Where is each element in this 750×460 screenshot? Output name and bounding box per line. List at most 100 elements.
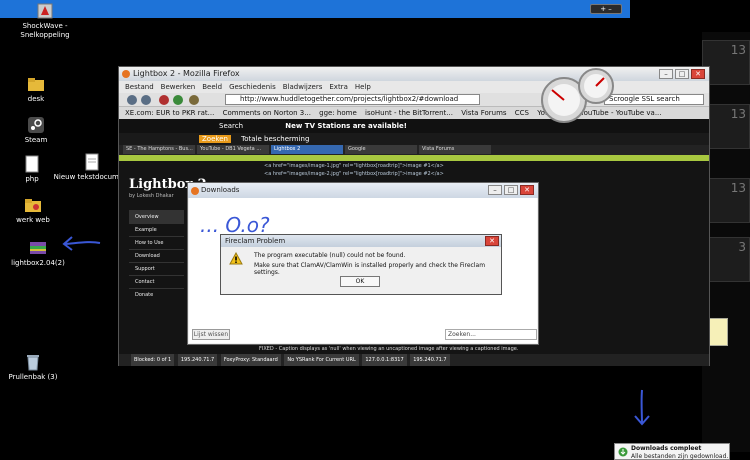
code-sample: <a href="images/image-1.jpg" rel="lightb… [264,162,514,178]
tab[interactable]: YouTube - DB1 Vegeta ... [197,145,269,154]
ok-button[interactable]: OK [340,276,380,287]
folder-icon [24,196,42,214]
status-item[interactable]: Blocked: 0 of 1 [131,354,175,366]
error-dialog: Fireclam Problem ✕ The program executabl… [220,234,502,295]
nav-item[interactable]: Support [129,262,184,275]
bookmarks-bar: XE.com: EUR to PKR rat... Comments on No… [119,107,709,119]
changelog-line: FIXED - Caption displays as 'null' when … [259,346,519,352]
toolbar-news[interactable]: New TV Stations are available! [285,122,407,130]
bookmark[interactable]: XE.com: EUR to PKR rat... [125,109,214,117]
navigation-bar: http://www.huddletogether.com/projects/l… [119,93,709,107]
desktop-icon-label: lightbox2.04(2) [11,259,65,267]
status-bar: Blocked: 0 of 1 195.240.71.7 FoxyProxy: … [119,354,709,366]
document-icon [23,155,41,173]
download-complete-toast[interactable]: Downloads compleet Alle bestanden zijn g… [614,443,730,460]
bookmark[interactable]: Comments on Norton 3... [223,109,311,117]
menu-help[interactable]: Help [355,81,371,93]
warning-icon [229,252,243,265]
downloads-search-placeholder: Zoeken... [448,331,476,338]
url-bar[interactable]: http://www.huddletogether.com/projects/l… [225,94,480,105]
archive-icon [29,239,47,257]
bookmark[interactable]: gge: home [319,109,357,117]
reload-button[interactable] [173,95,183,105]
top-taskbar [0,0,630,18]
menu-bestand[interactable]: Bestand [125,81,154,93]
toast-title: Downloads compleet [631,445,702,452]
page-accent-strip [119,155,709,161]
security-toolbar: Zoeken Totale bescherming [119,133,709,145]
toolbar-zoeken[interactable]: Zoeken [199,135,231,143]
bookmark[interactable]: Vista Forums [461,109,506,117]
code-line: <a href="images/image-1.jpg" rel="lightb… [264,163,444,169]
page-subtitle: by Lokesh Dhakar [129,193,174,199]
nav-item[interactable]: How to Use [129,236,184,249]
error-message: The program executable (null) could not … [254,252,406,259]
window-controls: – □ ✕ [488,185,534,195]
stop-button[interactable] [159,95,169,105]
nav-item[interactable]: Example [129,223,184,236]
gauge-widget [541,68,614,123]
taskbar-controls[interactable]: + – [590,4,622,14]
tab[interactable]: Google [345,145,417,154]
annotation-arrow-down [634,389,650,426]
downloads-search-input[interactable]: Zoeken... [445,329,537,340]
desktop-icon-label: werk web [16,216,50,224]
clear-list-button[interactable]: Lijst wissen [192,329,230,340]
status-item[interactable]: 195.240.71.7 [410,354,450,366]
nav-item[interactable]: Download [129,249,184,262]
search-placeholder: Scroogle SSL search [609,95,680,103]
menu-bladwijzers[interactable]: Bladwijzers [283,81,323,93]
bookmark[interactable]: CCS [515,109,529,117]
status-item[interactable]: 127.0.0.1:8317 [362,354,407,366]
url-text: http://www.huddletogether.com/projects/l… [240,95,459,103]
menu-geschiedenis[interactable]: Geschiedenis [229,81,276,93]
nav-item[interactable]: Overview [129,210,184,223]
bookmark[interactable]: isoHunt - the BitTorrent... [365,109,453,117]
status-item[interactable]: No YSRank For Current URL [284,354,359,366]
desktop-icon-werk-web[interactable]: werk web [0,196,78,225]
maximize-button[interactable]: □ [675,69,689,79]
error-dialog-title: Fireclam Problem [225,237,286,245]
downloads-titlebar[interactable]: Downloads – □ ✕ [188,183,538,198]
desktop-icon-label: ShockWave - Snelkoppeling [20,22,70,39]
toolbar-protection[interactable]: Totale bescherming [241,135,309,143]
error-message: Make sure that ClamAV/ClamWin is install… [254,262,486,276]
desktop-icon-desk[interactable]: desk [0,75,81,104]
close-button[interactable]: ✕ [691,69,705,79]
toast-subtitle: Alle bestanden zijn gedownload. [631,453,729,460]
nav-item[interactable]: Contact [129,275,184,288]
document-icon [83,153,101,171]
minimize-button[interactable]: – [488,185,502,195]
desktop-icon-recycle-bin[interactable]: Prullenbak (3) [0,353,78,382]
close-button[interactable]: ✕ [485,236,499,246]
desktop-icon-steam[interactable]: Steam [0,116,81,145]
nav-item[interactable]: Donate [129,288,184,301]
firefox-icon [122,70,130,78]
menu-extra[interactable]: Extra [329,81,347,93]
tab[interactable]: Vista Forums [419,145,491,154]
shockwave-icon [36,2,54,20]
status-item[interactable]: 195.240.71.7 [177,354,218,366]
status-item[interactable]: FoxyProxy: Standaard [220,354,281,366]
close-button[interactable]: ✕ [520,185,534,195]
toolbar-search-button[interactable]: Search [219,122,243,130]
back-button[interactable] [127,95,137,105]
downloads-title: Downloads [201,186,240,194]
tab-active[interactable]: Lightbox 2 [271,145,343,154]
tab[interactable]: SE - The Hamptons - Bus... [123,145,195,154]
firefox-titlebar[interactable]: Lightbox 2 - Mozilla Firefox – □ ✕ [119,67,709,81]
desktop-icon-label: Steam [24,136,48,144]
forward-button[interactable] [141,95,151,105]
menu-bar: Bestand Bewerken Beeld Geschiedenis Blad… [119,81,709,93]
search-toolbar: Search New TV Stations are available! [119,119,709,133]
search-bar[interactable]: Scroogle SSL search [604,94,704,105]
tab-bar: SE - The Hamptons - Bus... YouTube - DB1… [119,145,709,155]
maximize-button[interactable]: □ [504,185,518,195]
menu-bewerken[interactable]: Bewerken [161,81,196,93]
error-dialog-titlebar[interactable]: Fireclam Problem ✕ [221,235,501,247]
home-button[interactable] [189,95,199,105]
firefox-icon [191,187,199,195]
menu-beeld[interactable]: Beeld [202,81,222,93]
desktop-icon-shockwave[interactable]: ShockWave - Snelkoppeling [0,2,90,40]
minimize-button[interactable]: – [659,69,673,79]
